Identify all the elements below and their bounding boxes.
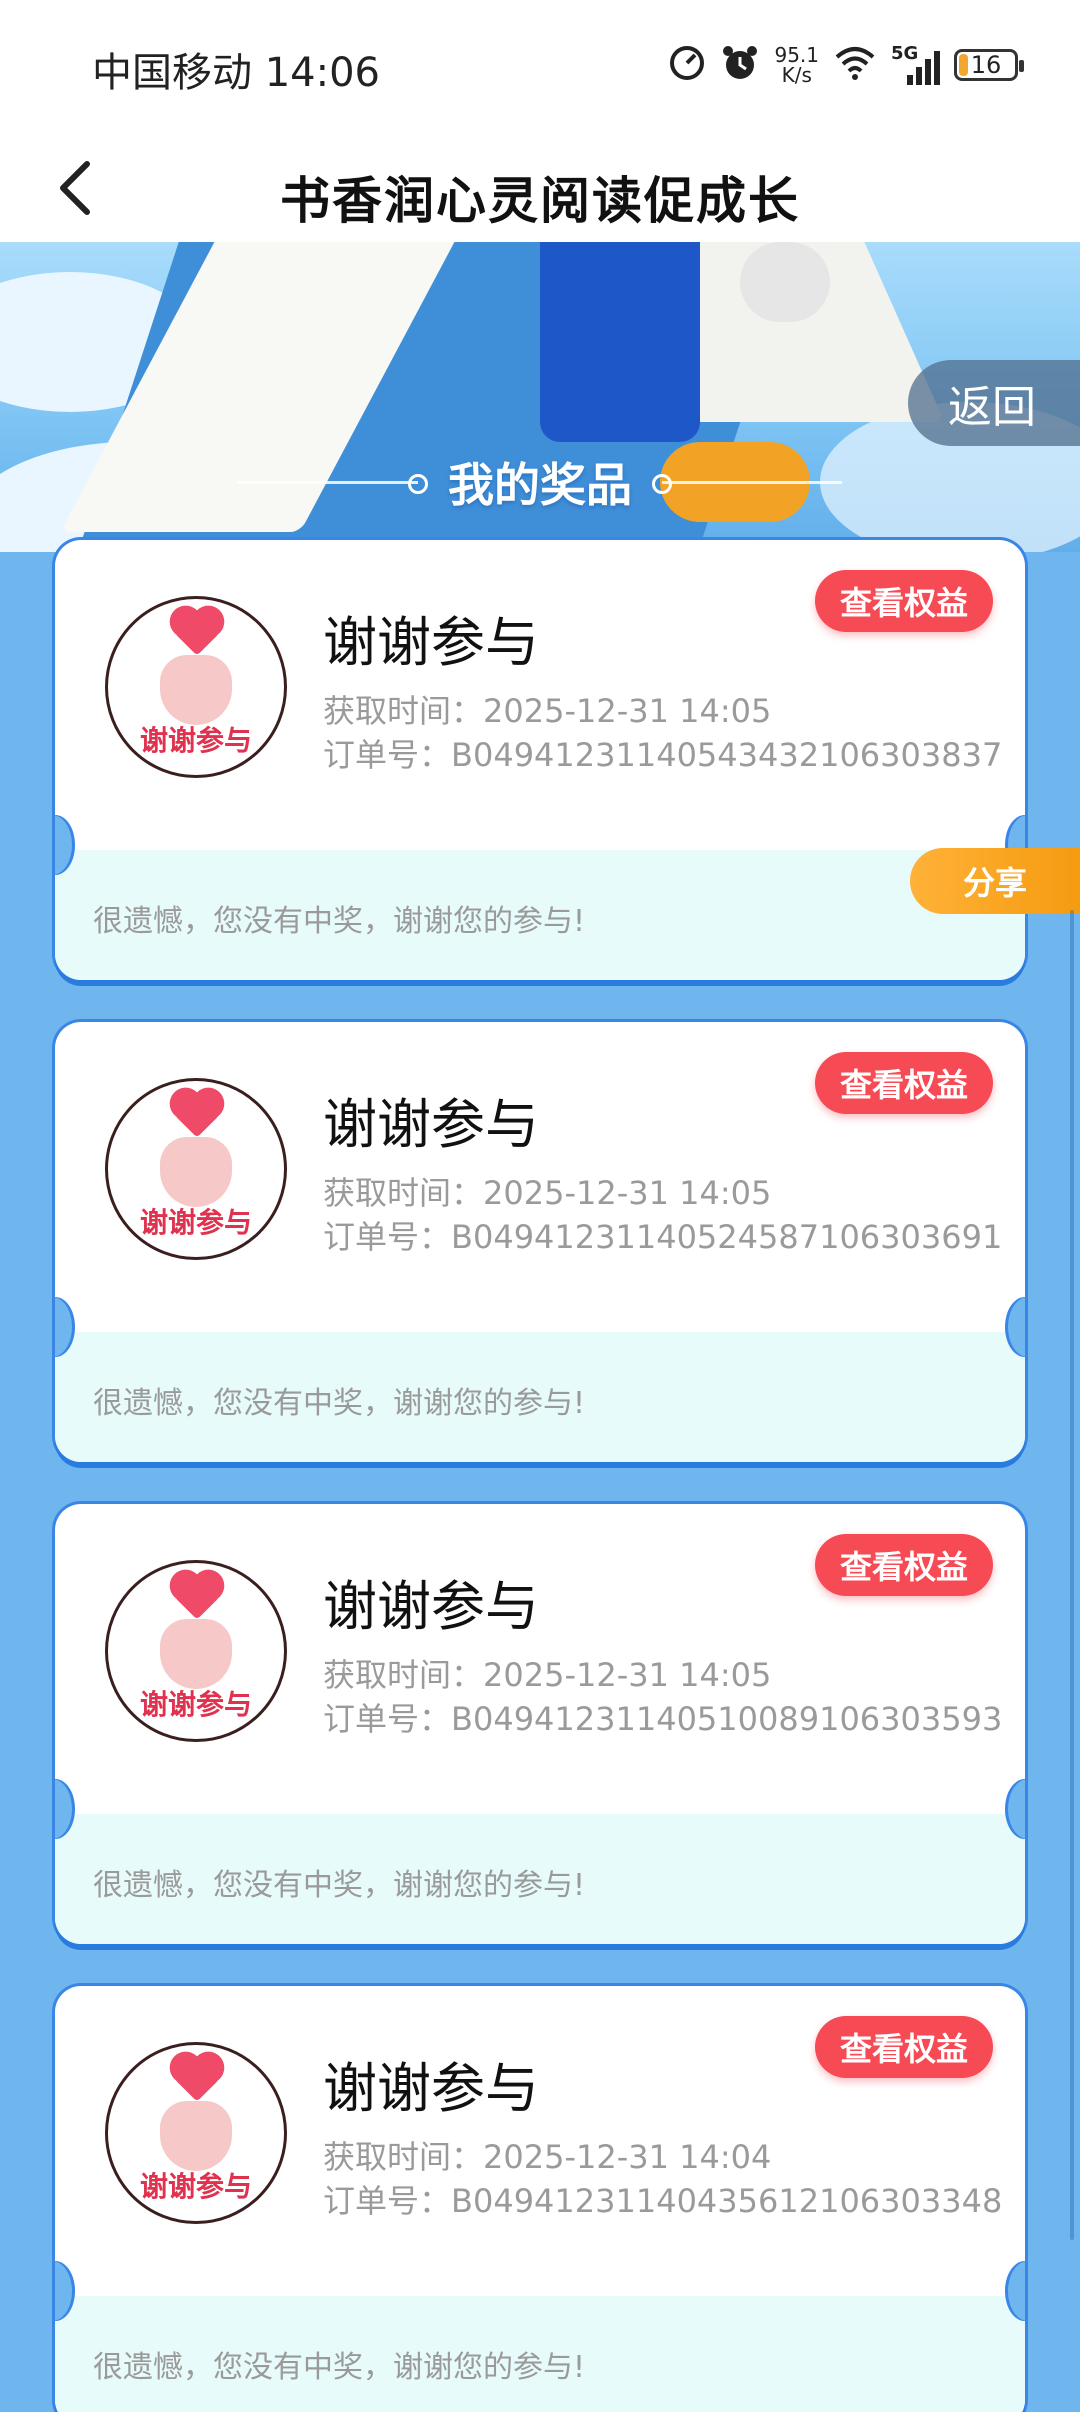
time-label: 获取时间： [323, 2138, 484, 2176]
prize-time: 获取时间：2025-12-31 14:05 [323, 686, 771, 732]
prize-card: 谢谢参与 谢谢参与 获取时间：2025-12-31 14:04 订单号：B049… [55, 1986, 1025, 2412]
time-value: 2025-12-31 14:05 [483, 1656, 772, 1694]
divider-line [238, 473, 428, 494]
prize-image: 谢谢参与 [105, 1560, 287, 1742]
carrier-time: 中国移动 14:06 [92, 50, 380, 96]
return-button[interactable]: 返回 [908, 360, 1080, 446]
order-label: 订单号： [323, 1700, 452, 1738]
prize-image-text: 谢谢参与 [139, 1688, 252, 1721]
battery-level: 16 [970, 51, 1002, 79]
order-label: 订单号： [323, 736, 452, 774]
prize-order: 订单号：B049412311405100891063035​93 [323, 1694, 1002, 1740]
toy-illustration [740, 242, 830, 322]
order-value: B049412311404356121063033​48 [451, 2182, 1003, 2220]
heart-icon [174, 2056, 220, 2102]
prize-time: 获取时间：2025-12-31 14:05 [323, 1650, 771, 1696]
time-value: 2025-12-31 14:04 [483, 2138, 772, 2176]
wifi-icon [833, 45, 877, 85]
prize-message: 很遗憾，您没有中奖，谢谢您的参与! [93, 1386, 586, 1421]
view-rights-button[interactable]: 查看权益 [815, 1052, 993, 1114]
status-icons: 95.1 K/s 5G 16 [668, 40, 1024, 90]
prize-message: 很遗憾，您没有中奖，谢谢您的参与! [93, 2350, 586, 2385]
speedometer-icon [668, 44, 706, 86]
prize-image-text: 谢谢参与 [139, 2170, 252, 2203]
prize-time: 获取时间：2025-12-31 14:05 [323, 1168, 771, 1214]
reader-illustration [540, 242, 700, 442]
prize-order: 订单号：B049412311405245871063036​91 [323, 1212, 1002, 1258]
app-header: 书香润心灵阅读促成长 [0, 135, 1080, 242]
prize-message: 很遗憾，您没有中奖，谢谢您的参与! [93, 1868, 586, 1903]
time-label: 获取时间： [323, 1656, 484, 1694]
view-rights-button[interactable]: 查看权益 [815, 570, 993, 632]
prize-image: 谢谢参与 [105, 2042, 287, 2224]
network-type: 5G [891, 43, 919, 64]
time-value: 2025-12-31 14:05 [483, 1174, 772, 1212]
order-value: B0494123114054343210630383​7 [451, 736, 1003, 774]
alarm-icon [720, 43, 760, 87]
hand-icon [160, 2101, 232, 2171]
prize-time: 获取时间：2025-12-31 14:04 [323, 2132, 771, 2178]
prize-image-text: 谢谢参与 [139, 724, 252, 757]
hand-icon [160, 1137, 232, 1207]
view-rights-button[interactable]: 查看权益 [815, 2016, 993, 2078]
prize-card: 谢谢参与 谢谢参与 获取时间：2025-12-31 14:05 订单号：B049… [55, 1022, 1025, 1462]
page: 中国移动 14:06 95.1 K/s 5G 16 书香润心灵阅读促成长 返回 … [0, 0, 1080, 2412]
order-label: 订单号： [323, 1218, 452, 1256]
heart-icon [174, 1574, 220, 1620]
page-title: 书香润心灵阅读促成长 [280, 172, 800, 230]
speed-value: 95.1 [774, 43, 819, 67]
time-value: 2025-12-31 14:05 [483, 692, 772, 730]
order-value: B049412311405100891063035​93 [451, 1700, 1003, 1738]
time-label: 获取时间： [323, 1174, 484, 1212]
section-title: 我的奖品 [448, 458, 632, 512]
scrollbar[interactable] [1070, 910, 1074, 2240]
speed-unit: K/s [781, 63, 812, 87]
prize-image: 谢谢参与 [105, 1078, 287, 1260]
banner: 返回 我的奖品 [0, 242, 1080, 552]
prize-card: 谢谢参与 谢谢参与 获取时间：2025-12-31 14:05 订单号：B049… [55, 540, 1025, 980]
time-label: 获取时间： [323, 692, 484, 730]
prize-name: 谢谢参与 [323, 611, 539, 674]
prize-name: 谢谢参与 [323, 2057, 539, 2120]
order-label: 订单号： [323, 2182, 452, 2220]
hand-icon [160, 1619, 232, 1689]
section-header: 我的奖品 [0, 452, 1080, 512]
battery-level-fill [959, 54, 969, 76]
prize-image-text: 谢谢参与 [139, 1206, 252, 1239]
status-bar: 中国移动 14:06 95.1 K/s 5G 16 [0, 0, 1080, 135]
divider-line [652, 473, 842, 494]
battery-icon: 16 [954, 49, 1024, 81]
view-rights-button[interactable]: 查看权益 [815, 1534, 993, 1596]
network-speed: 95.1 K/s [774, 45, 819, 85]
prize-name: 谢谢参与 [323, 1093, 539, 1156]
prize-image: 谢谢参与 [105, 596, 287, 778]
heart-icon [174, 1092, 220, 1138]
prize-order: 订单号：B0494123114054343210630383​7 [323, 730, 1002, 776]
prize-name: 谢谢参与 [323, 1575, 539, 1638]
order-value: B049412311405245871063036​91 [451, 1218, 1003, 1256]
signal-icon: 5G [891, 43, 940, 85]
heart-icon [174, 610, 220, 656]
prize-order: 订单号：B049412311404356121063033​48 [323, 2176, 1002, 2222]
prize-message: 很遗憾，您没有中奖，谢谢您的参与! [93, 904, 586, 939]
prize-card: 谢谢参与 谢谢参与 获取时间：2025-12-31 14:05 订单号：B049… [55, 1504, 1025, 1944]
share-button[interactable]: 分享 [910, 848, 1080, 914]
hand-icon [160, 655, 232, 725]
